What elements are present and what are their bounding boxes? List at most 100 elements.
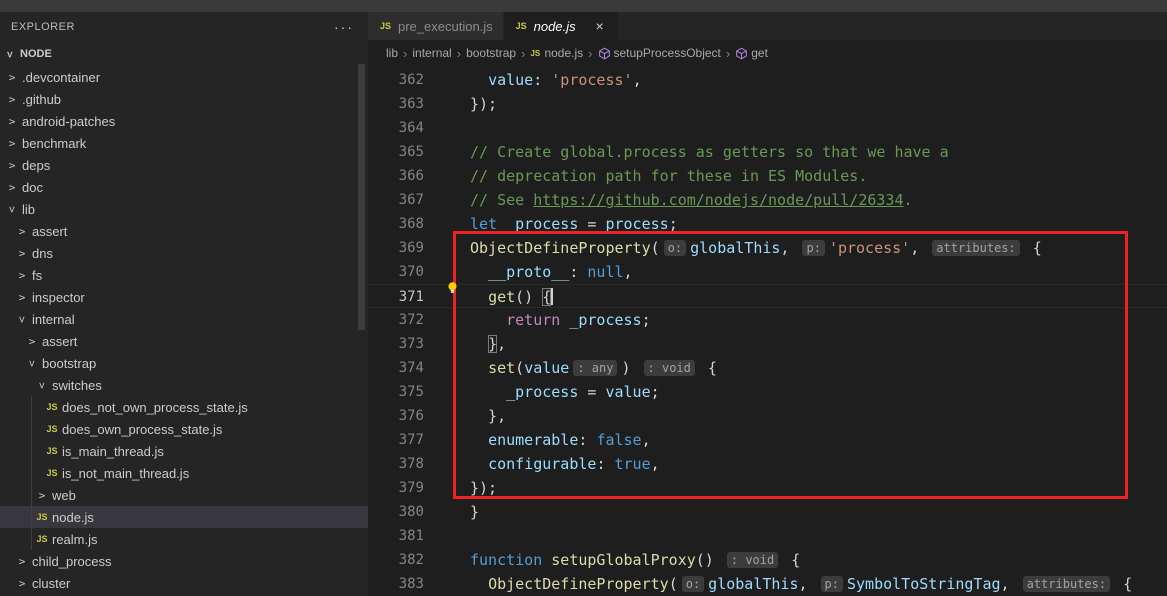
code-line-380[interactable]: 380} (368, 500, 1167, 524)
code-line-378[interactable]: 378 configurable: true, (368, 452, 1167, 476)
code-editor[interactable]: 362 value: 'process',363});364365// Crea… (368, 66, 1167, 596)
breadcrumb: lib›internal›bootstrap›JSnode.js›setupPr… (368, 40, 1167, 66)
code-token: }, (470, 407, 506, 425)
code-token: // Create global.process as getters so t… (470, 143, 949, 161)
code-line-content: _process = value; (470, 380, 1167, 404)
breadcrumb-separator-icon: › (726, 46, 730, 61)
tree-item-doc[interactable]: >doc (0, 176, 368, 198)
tree-item-node-js[interactable]: JSnode.js (0, 506, 368, 528)
tree-item-label: switches (52, 378, 102, 393)
code-token: : (578, 431, 596, 449)
chevron-down-icon: > (36, 377, 49, 393)
code-line-376[interactable]: 376 }, (368, 404, 1167, 428)
tab-pre-execution-js[interactable]: JSpre_execution.js (368, 12, 504, 40)
code-line-365[interactable]: 365// Create global.process as getters s… (368, 140, 1167, 164)
code-token: ( (651, 239, 660, 257)
js-file-icon: JS (44, 402, 60, 412)
sidebar-scrollbar[interactable] (358, 64, 365, 330)
line-number: 372 (368, 308, 470, 332)
tree-item-does-own-process-state-js[interactable]: JSdoes_own_process_state.js (0, 418, 368, 440)
tree-item-fs[interactable]: >fs (0, 264, 368, 286)
text-cursor (551, 288, 553, 305)
code-line-382[interactable]: 382function setupGlobalProxy() : void { (368, 548, 1167, 572)
code-line-370[interactable]: 370 __proto__: null, (368, 260, 1167, 284)
tree-item-assert[interactable]: >assert (0, 220, 368, 242)
line-number: 375 (368, 380, 470, 404)
code-line-373[interactable]: 373 }, (368, 332, 1167, 356)
tree-item--github[interactable]: >.github (0, 88, 368, 110)
tree-item-switches[interactable]: >switches (0, 374, 368, 396)
code-token: // deprecation path for these in ES Modu… (470, 167, 867, 185)
code-line-374[interactable]: 374 set(value: any) : void { (368, 356, 1167, 380)
code-line-367[interactable]: 367// See https://github.com/nodejs/node… (368, 188, 1167, 212)
tree-item-dns[interactable]: >dns (0, 242, 368, 264)
code-line-content: // deprecation path for these in ES Modu… (470, 164, 1167, 188)
tree-item-label: web (52, 488, 76, 503)
code-line-377[interactable]: 377 enumerable: false, (368, 428, 1167, 452)
line-number: 369 (368, 236, 470, 260)
chevron-right-icon: > (14, 225, 30, 238)
code-line-368[interactable]: 368let _process = process; (368, 212, 1167, 236)
code-line-364[interactable]: 364 (368, 116, 1167, 140)
tree-item-inspector[interactable]: >inspector (0, 286, 368, 308)
breadcrumb-label: lib (386, 46, 398, 60)
code-line-362[interactable]: 362 value: 'process', (368, 68, 1167, 92)
breadcrumb-item-node-js[interactable]: JSnode.js (530, 46, 583, 60)
tree-item-deps[interactable]: >deps (0, 154, 368, 176)
breadcrumb-item-get[interactable]: get (735, 46, 768, 60)
code-line-383[interactable]: 383 ObjectDefineProperty(o:globalThis, p… (368, 572, 1167, 596)
code-token: { (542, 288, 551, 306)
tree-item-realm-js[interactable]: JSrealm.js (0, 528, 368, 550)
tree-item-cluster[interactable]: >cluster (0, 572, 368, 594)
sidebar-section-node[interactable]: > NODE (0, 42, 368, 66)
close-icon[interactable]: × (592, 18, 608, 34)
breadcrumb-item-internal[interactable]: internal (412, 46, 451, 60)
tab-node-js[interactable]: JSnode.js× (504, 12, 619, 40)
tree-item-label: inspector (32, 290, 85, 305)
tree-item-label: assert (42, 334, 77, 349)
line-number: 366 (368, 164, 470, 188)
breadcrumb-separator-icon: › (588, 46, 592, 61)
code-line-372[interactable]: 372 return _process; (368, 308, 1167, 332)
tree-item-internal[interactable]: >internal (0, 308, 368, 330)
code-line-363[interactable]: 363}); (368, 92, 1167, 116)
code-line-content: return _process; (470, 308, 1167, 332)
code-line-381[interactable]: 381 (368, 524, 1167, 548)
tree-item--devcontainer[interactable]: >.devcontainer (0, 66, 368, 88)
code-token: value (524, 359, 569, 377)
lightbulb-icon[interactable] (446, 281, 459, 299)
breadcrumb-item-setupProcessObject[interactable]: setupProcessObject (598, 46, 721, 60)
line-number: 363 (368, 92, 470, 116)
breadcrumb-label: node.js (544, 46, 583, 60)
line-number: 379 (368, 476, 470, 500)
tree-item-is-not-main-thread-js[interactable]: JSis_not_main_thread.js (0, 462, 368, 484)
tree-item-is-main-thread-js[interactable]: JSis_main_thread.js (0, 440, 368, 462)
breadcrumb-item-bootstrap[interactable]: bootstrap (466, 46, 516, 60)
code-line-371[interactable]: 371 get() { (368, 284, 1167, 308)
code-line-375[interactable]: 375 _process = value; (368, 380, 1167, 404)
tree-item-web[interactable]: >web (0, 484, 368, 506)
tree-item-lib[interactable]: >lib (0, 198, 368, 220)
breadcrumb-label: setupProcessObject (614, 46, 721, 60)
code-token (542, 551, 551, 569)
breadcrumb-item-lib[interactable]: lib (386, 46, 398, 60)
code-line-366[interactable]: 366// deprecation path for these in ES M… (368, 164, 1167, 188)
tree-item-android-patches[interactable]: >android-patches (0, 110, 368, 132)
more-actions-icon[interactable]: ··· (334, 23, 354, 31)
explorer-title: EXPLORER (11, 21, 75, 33)
tree-item-benchmark[interactable]: >benchmark (0, 132, 368, 154)
tree-item-child-process[interactable]: >child_process (0, 550, 368, 572)
code-token: null (587, 263, 623, 281)
code-line-369[interactable]: 369ObjectDefineProperty(o:globalThis, p:… (368, 236, 1167, 260)
code-token: , (497, 335, 506, 353)
code-line-379[interactable]: 379}); (368, 476, 1167, 500)
code-token: _process (569, 311, 641, 329)
chevron-right-icon: > (34, 489, 50, 502)
code-token (470, 575, 488, 593)
js-file-icon: JS (380, 21, 398, 31)
tree-item-assert[interactable]: >assert (0, 330, 368, 352)
tree-item-does-not-own-process-state-js[interactable]: JSdoes_not_own_process_state.js (0, 396, 368, 418)
code-token: value (605, 383, 650, 401)
code-token (470, 431, 488, 449)
tree-item-bootstrap[interactable]: >bootstrap (0, 352, 368, 374)
